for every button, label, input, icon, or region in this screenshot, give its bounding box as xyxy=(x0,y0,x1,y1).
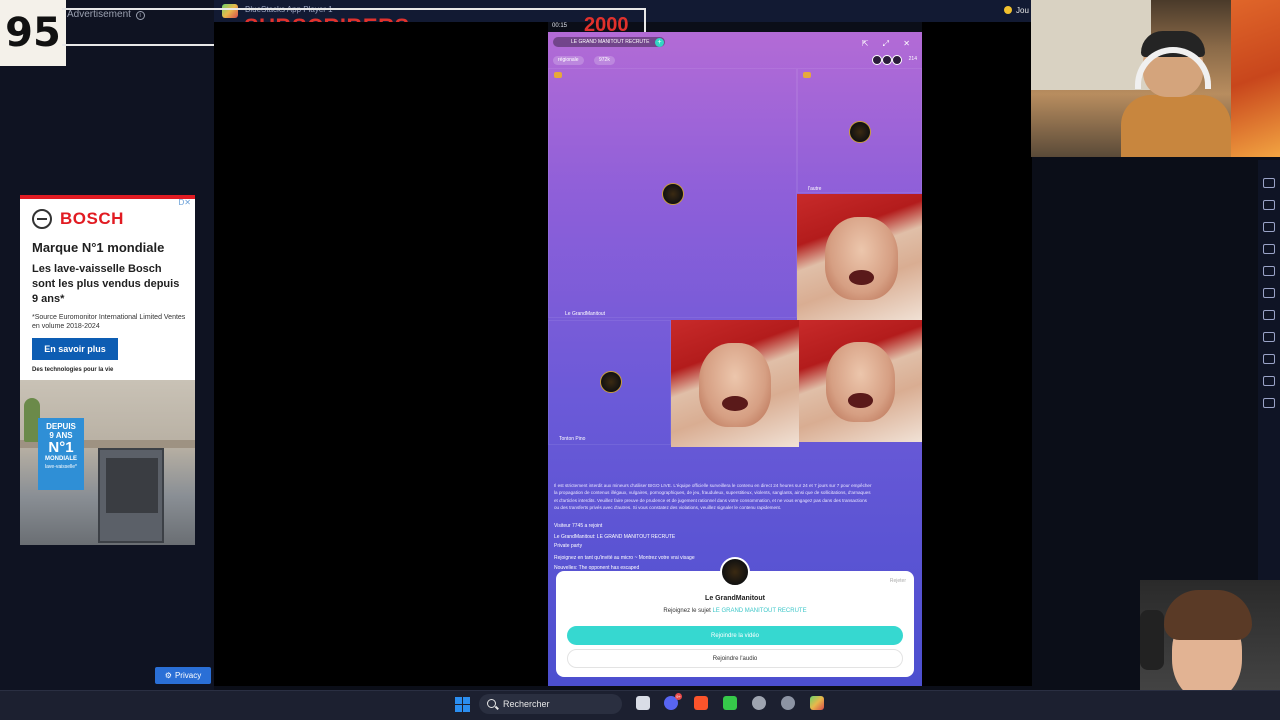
viewer-count[interactable]: 214 xyxy=(909,56,917,62)
ad-choices-icon[interactable]: D✕ xyxy=(179,198,191,207)
guest-video-face[interactable] xyxy=(799,320,922,442)
join-audio-button[interactable]: Rejoindre l'audio xyxy=(567,649,903,668)
host-seat[interactable]: Le GrandManitout xyxy=(548,68,797,318)
guest-video-face[interactable] xyxy=(671,320,799,447)
ad-dishwasher xyxy=(98,448,164,543)
viewer-avatar[interactable] xyxy=(882,55,892,65)
bosch-advertisement[interactable]: D✕ BOSCH Marque N°1 mondiale Les lave-va… xyxy=(20,195,195,545)
badge-line-4: MONDIALE xyxy=(45,456,77,462)
streamer-webcam xyxy=(1031,0,1280,157)
privacy-button[interactable]: ⚙ Privacy xyxy=(155,667,211,684)
dialog-subject: Rejoignez le sujet LE GRAND MANITOUT REC… xyxy=(556,608,914,614)
ad-headline: Marque N°1 mondiale xyxy=(32,240,165,255)
ad-tagline: Des technologies pour la vie xyxy=(32,367,114,373)
badge-line-1: DEPUIS xyxy=(46,422,76,431)
guest-avatar[interactable] xyxy=(849,121,871,143)
guest-hair xyxy=(1164,590,1252,640)
media-app-icon[interactable] xyxy=(723,696,737,710)
bosch-logo-icon xyxy=(32,209,52,229)
ad-award-badge: DEPUIS 9 ANS N°1 MONDIALE lave-vaisselle… xyxy=(38,418,84,490)
dialog-dismiss-button[interactable]: Rejeter xyxy=(890,578,906,584)
guest-name: Tonton Pino xyxy=(559,436,586,442)
viewer-avatar[interactable] xyxy=(892,55,902,65)
record-icon[interactable] xyxy=(1263,244,1275,254)
badge-line-3: N°1 xyxy=(48,439,74,456)
dialog-host-name: Le GrandManitout xyxy=(705,595,765,602)
discord-badge: 9+ xyxy=(675,693,682,700)
obs-icon[interactable] xyxy=(752,696,766,710)
ad-top-bar xyxy=(20,195,195,199)
coin-icon xyxy=(1004,6,1012,14)
top-right-label: Jou xyxy=(1016,6,1029,15)
webcam-painting xyxy=(1231,0,1280,157)
brave-icon[interactable] xyxy=(694,696,708,710)
stream-time: 00:15 xyxy=(552,23,568,29)
headphones-icon xyxy=(1140,610,1164,670)
badge-line-5: lave-vaisselle* xyxy=(45,464,77,470)
ad-kitchen-image: DEPUIS 9 ANS N°1 MONDIALE lave-vaisselle… xyxy=(20,380,195,545)
guest-avatar[interactable] xyxy=(600,371,622,393)
streamer-figure xyxy=(1121,31,1231,157)
ad-dishwasher-rack xyxy=(106,458,158,513)
emulator-sidebar xyxy=(1258,160,1280,590)
room-tag-count[interactable]: 972k xyxy=(594,56,615,65)
file-explorer-icon[interactable] xyxy=(636,696,650,710)
host-avatar[interactable] xyxy=(662,183,684,205)
streamer-body xyxy=(1121,95,1231,157)
guest-seat[interactable]: l'autre xyxy=(797,68,922,193)
settings-icon[interactable] xyxy=(781,696,795,710)
chat-line: Private party xyxy=(554,543,583,549)
gear-icon: ⚙ xyxy=(164,671,172,680)
privacy-label: Privacy xyxy=(174,671,202,680)
counter-overlay: 95 xyxy=(0,0,66,66)
layers-icon[interactable] xyxy=(1263,376,1275,386)
ad-learn-more-button[interactable]: En savoir plus xyxy=(32,338,118,360)
windows-start-icon[interactable] xyxy=(455,697,471,713)
guest-seat[interactable]: Tonton Pino xyxy=(548,320,671,445)
dialog-subject-prefix: Rejoignez le sujet xyxy=(663,608,711,614)
seat-badge xyxy=(803,72,811,78)
bosch-brand: BOSCH xyxy=(60,209,124,228)
folder-icon[interactable] xyxy=(1263,288,1275,298)
ad-subheadline: Les lave-vaisselle Bosch sont les plus v… xyxy=(32,263,180,305)
screenshot-icon[interactable] xyxy=(1263,222,1275,232)
community-rules: Il est strictement interdit aux mineurs … xyxy=(554,483,872,510)
guest-name: l'autre xyxy=(808,186,822,192)
dialog-subject-link[interactable]: LE GRAND MANITOUT RECRUTE xyxy=(712,608,806,614)
search-icon xyxy=(487,699,496,708)
emulator-letterbox-left xyxy=(214,22,548,686)
guest-video-face[interactable] xyxy=(797,194,922,320)
dialog-host-avatar xyxy=(720,557,750,587)
chat-line: Visiteur 7745 a rejoint xyxy=(554,523,603,529)
viewer-avatar[interactable] xyxy=(872,55,882,65)
follow-room-button[interactable]: + xyxy=(655,38,664,47)
room-title[interactable]: LE GRAND MANITOUT RECRUTE xyxy=(553,37,665,47)
chat-line: Rejoignez en tant qu'invité au micro ~ M… xyxy=(554,555,695,561)
room-tag-region[interactable]: régionale xyxy=(553,56,584,65)
chat-line: Le GrandManitout: LE GRAND MANITOUT RECR… xyxy=(554,534,676,540)
search-placeholder: Rechercher xyxy=(503,699,550,709)
refresh-icon[interactable] xyxy=(1263,398,1275,408)
apk-icon[interactable] xyxy=(1263,266,1275,276)
shake-icon[interactable] xyxy=(1263,310,1275,320)
room-window-controls[interactable]: ⇱ ⤢ ✕ xyxy=(862,39,916,49)
join-video-button[interactable]: Rejoindre la vidéo xyxy=(567,626,903,645)
ad-footnote: *Source Euromonitor International Limite… xyxy=(32,314,186,330)
keyboard-icon[interactable] xyxy=(1263,178,1275,188)
seat-badge xyxy=(554,72,562,78)
taskbar-search[interactable]: Rechercher xyxy=(479,694,622,714)
gamepad-icon[interactable] xyxy=(1263,200,1275,210)
location-icon[interactable] xyxy=(1263,354,1275,364)
emulator-letterbox-right xyxy=(922,22,1032,686)
discord-icon[interactable]: 9+ xyxy=(664,693,682,710)
bluestacks-icon[interactable] xyxy=(810,696,824,710)
rotate-icon[interactable] xyxy=(1263,332,1275,342)
host-name: Le GrandManitout xyxy=(565,311,606,317)
